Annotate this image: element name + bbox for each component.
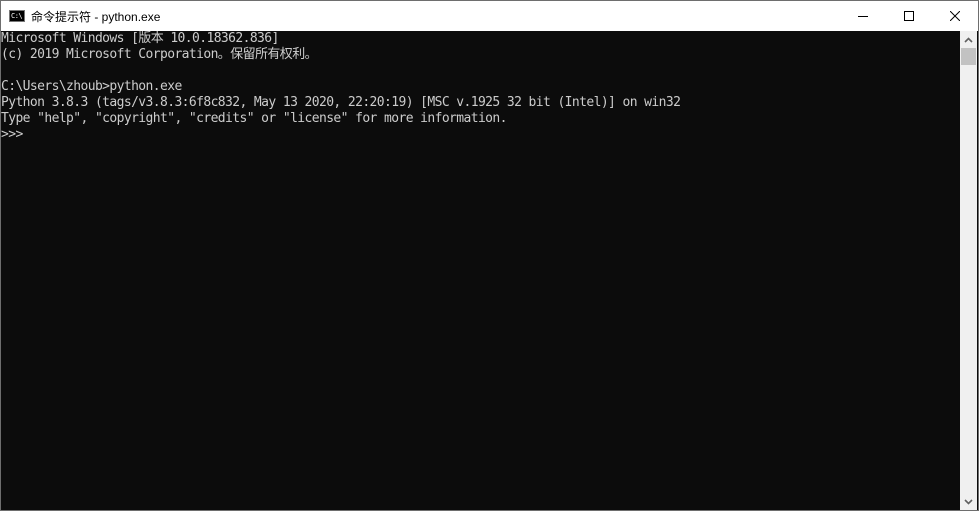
- console-line: C:\Users\zhoub>python.exe: [1, 79, 182, 94]
- python-prompt[interactable]: >>>: [1, 127, 961, 143]
- scrollbar-thumb[interactable]: [961, 48, 976, 65]
- console-output[interactable]: Microsoft Windows [版本 10.0.18362.836] (c…: [1, 31, 961, 510]
- maximize-button[interactable]: [886, 1, 932, 31]
- scroll-down-button[interactable]: [960, 493, 977, 510]
- vertical-scrollbar[interactable]: [960, 31, 977, 510]
- cmd-icon-glyph: C:\: [11, 12, 23, 20]
- chevron-up-icon: [964, 36, 973, 43]
- title-bar[interactable]: C:\ 命令提示符 - python.exe: [1, 1, 978, 31]
- close-icon: [950, 11, 960, 21]
- console-line: (c) 2019 Microsoft Corporation。保留所有权利。: [1, 47, 318, 62]
- console-line: Microsoft Windows [版本 10.0.18362.836]: [1, 31, 279, 46]
- cmd-icon[interactable]: C:\: [9, 10, 25, 22]
- close-button[interactable]: [932, 1, 978, 31]
- minimize-icon: [858, 16, 868, 17]
- console-line: Python 3.8.3 (tags/v3.8.3:6f8c832, May 1…: [1, 95, 681, 110]
- console-line: Type "help", "copyright", "credits" or "…: [1, 111, 507, 126]
- cmd-window: C:\ 命令提示符 - python.exe Microsoft Windows…: [0, 0, 979, 511]
- scroll-up-button[interactable]: [960, 31, 977, 48]
- window-controls: [840, 1, 978, 31]
- window-title: 命令提示符 - python.exe: [31, 9, 161, 24]
- chevron-down-icon: [964, 498, 973, 505]
- maximize-icon: [904, 11, 914, 21]
- minimize-button[interactable]: [840, 1, 886, 31]
